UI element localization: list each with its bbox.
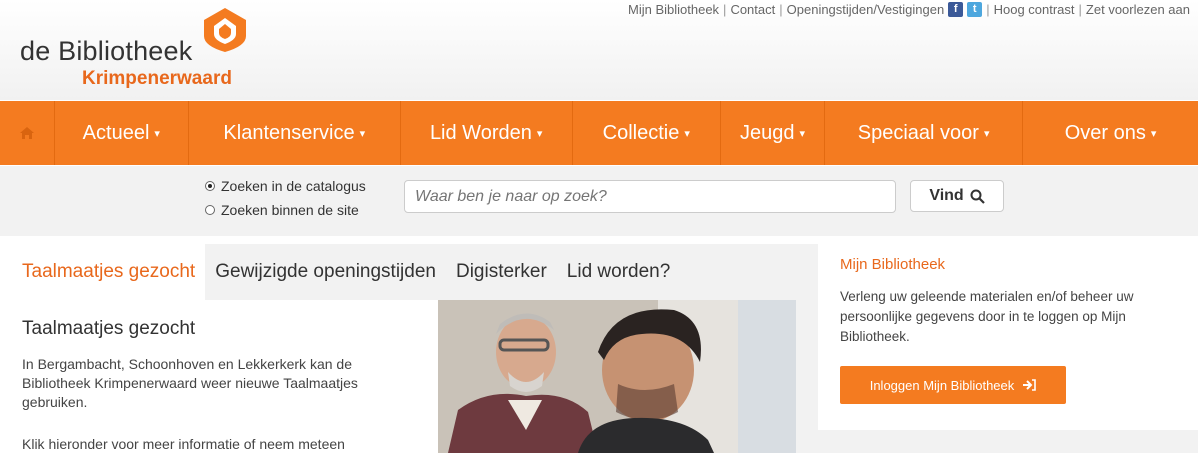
nav-over-ons[interactable]: Over ons ▾ [1023, 101, 1198, 165]
radio-button-selected[interactable] [205, 181, 215, 191]
article-more: Klik hieronder voor meer informatie of n… [22, 436, 345, 452]
home-icon [19, 127, 34, 139]
nav-label: Speciaal voor [857, 121, 979, 144]
chevron-down-icon: ▾ [684, 127, 690, 140]
radio-label: Zoeken binnen de site [221, 202, 359, 218]
library-logo-icon [204, 8, 246, 52]
nav-label: Actueel [82, 121, 150, 144]
nav-home[interactable] [0, 101, 55, 165]
link-contact[interactable]: Contact [730, 2, 775, 17]
login-button-label: Inloggen Mijn Bibliotheek [869, 377, 1015, 393]
chevron-down-icon: ▾ [1150, 127, 1157, 140]
tab-lid-worden[interactable]: Lid worden? [557, 244, 681, 300]
link-voorlezen[interactable]: Zet voorlezen aan [1086, 2, 1190, 17]
site-header: de Bibliotheek Krimpenerwaard Mijn Bibli… [0, 0, 1198, 100]
feature-tabs: Taalmaatjes gezocht Gewijzigde openingst… [12, 244, 796, 300]
separator: | [779, 2, 783, 17]
nav-collectie[interactable]: Collectie ▾ [573, 101, 721, 165]
nav-label: Over ons [1064, 121, 1146, 144]
chevron-down-icon: ▾ [536, 127, 543, 140]
search-input[interactable] [404, 180, 896, 213]
main-nav: Actueel ▾ Klantenservice ▾ Lid Worden ▾ Col… [0, 101, 1198, 165]
top-links: Mijn Bibliotheek | Contact | Openingstij… [628, 2, 1190, 17]
nav-label: Klantenservice [223, 121, 355, 144]
panel-text: Verleng uw geleende materialen en/of beh… [840, 289, 1134, 344]
tab-digisterker[interactable]: Digisterker [446, 244, 557, 300]
chevron-down-icon: ▾ [359, 127, 366, 140]
page-background [796, 430, 1198, 453]
separator: | [723, 2, 727, 17]
search-button-label: Vind [929, 187, 964, 204]
twitter-icon[interactable]: t [967, 2, 983, 17]
nav-speciaal-voor[interactable]: Speciaal voor ▾ [825, 101, 1024, 165]
nav-klantenservice[interactable]: Klantenservice ▾ [189, 101, 401, 165]
nav-actueel[interactable]: Actueel ▾ [55, 101, 189, 165]
gutter [796, 244, 818, 453]
radio-label: Zoeken in de catalogus [221, 178, 366, 194]
logo-subtitle[interactable]: Krimpenerwaard [82, 68, 232, 90]
chevron-down-icon: ▾ [799, 127, 806, 140]
article-body: In Bergambacht, Schoonhoven en Lekkerker… [22, 356, 358, 410]
tab-openingstijden[interactable]: Gewijzigde openingstijden [205, 244, 446, 300]
nav-label: Jeugd [739, 121, 795, 144]
nav-label: Lid Worden [429, 121, 532, 144]
radio-search-site[interactable]: Zoeken binnen de site [205, 202, 359, 218]
separator: | [1078, 2, 1082, 17]
nav-lid-worden[interactable]: Lid Worden ▾ [401, 101, 573, 165]
nav-label: Collectie [602, 121, 680, 144]
tab-taalmaatjes[interactable]: Taalmaatjes gezocht [12, 244, 206, 300]
search-icon [970, 189, 985, 204]
login-button[interactable]: Inloggen Mijn Bibliotheek [840, 366, 1066, 404]
radio-button[interactable] [205, 205, 215, 215]
chevron-down-icon: ▾ [983, 127, 990, 140]
link-openingstijden[interactable]: Openingstijden/Vestigingen [787, 2, 945, 17]
radio-search-catalog[interactable]: Zoeken in de catalogus [205, 178, 366, 194]
article-photo [438, 300, 796, 453]
article-title: Taalmaatjes gezocht [22, 318, 196, 339]
link-hoog-contrast[interactable]: Hoog contrast [994, 2, 1075, 17]
link-mijn-bibliotheek[interactable]: Mijn Bibliotheek [628, 2, 719, 17]
logo-title[interactable]: de Bibliotheek [20, 36, 192, 67]
chevron-down-icon: ▾ [154, 127, 160, 140]
search-button[interactable]: Vind [910, 180, 1004, 212]
sign-in-icon [1023, 379, 1037, 391]
separator: | [986, 2, 990, 17]
nav-jeugd[interactable]: Jeugd ▾ [721, 101, 826, 165]
facebook-icon[interactable]: f [948, 2, 964, 17]
panel-title: Mijn Bibliotheek [840, 256, 946, 273]
